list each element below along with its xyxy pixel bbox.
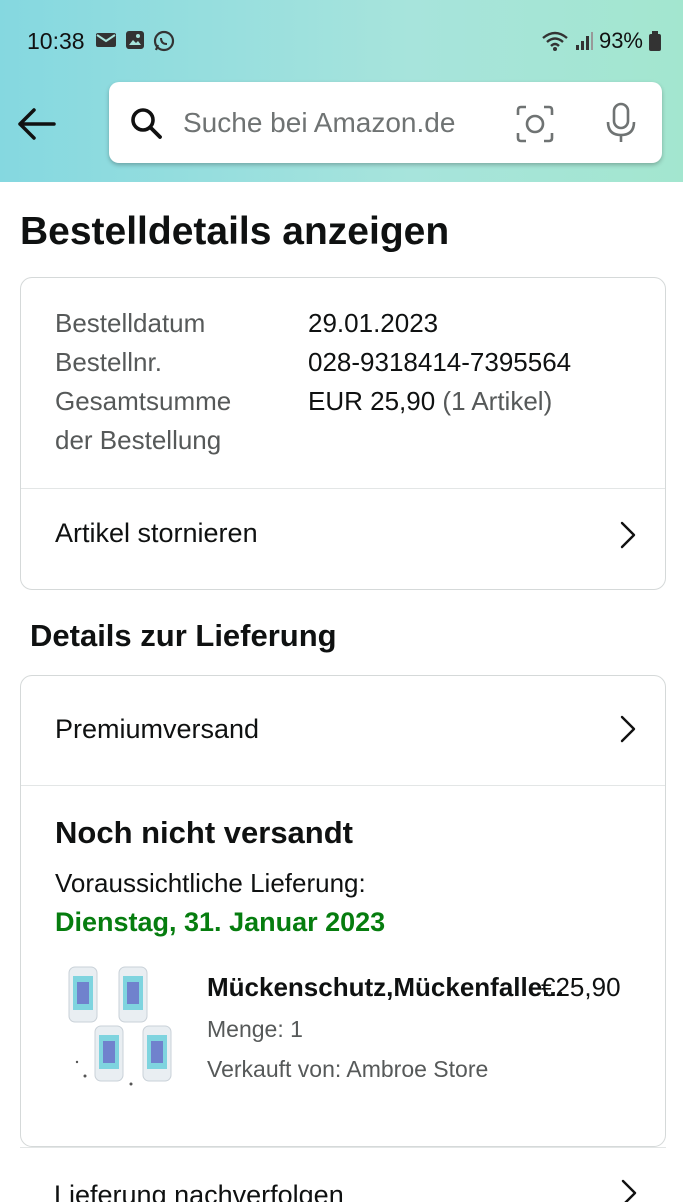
status-right: 93% bbox=[541, 28, 661, 54]
mail-icon bbox=[96, 33, 116, 47]
shipping-method-label: Premiumversand bbox=[55, 714, 260, 744]
order-total-items: (1 Artikel) bbox=[442, 386, 553, 416]
camera-icon[interactable] bbox=[515, 104, 555, 144]
eta-date: Dienstag, 31. Januar 2023 bbox=[55, 907, 386, 937]
product-seller: Verkauft von: Ambroe Store bbox=[207, 1056, 489, 1082]
shipping-method-link[interactable]: Premiumversand bbox=[21, 676, 665, 784]
chevron-right-icon bbox=[621, 1179, 637, 1202]
order-total-label-line1: Gesamtsumme bbox=[55, 386, 232, 416]
status-time: 10:38 bbox=[27, 28, 85, 54]
status-bar: 10:38 93% bbox=[0, 0, 683, 80]
search-icon bbox=[131, 108, 162, 139]
divider bbox=[21, 785, 665, 786]
product-price: €25,90 bbox=[541, 972, 621, 1002]
product-image[interactable] bbox=[61, 964, 181, 1089]
order-summary-card: Bestelldatum 29.01.2023 Bestellnr. 028-9… bbox=[20, 277, 666, 590]
signal-icon bbox=[575, 32, 593, 50]
header: 10:38 93% bbox=[0, 0, 683, 182]
trap-device bbox=[68, 966, 98, 1023]
shipment-status: Noch nicht versandt bbox=[55, 815, 353, 850]
gallery-icon bbox=[126, 31, 144, 49]
whatsapp-icon bbox=[153, 30, 175, 52]
divider bbox=[21, 488, 665, 489]
order-date-value: 29.01.2023 bbox=[308, 308, 439, 338]
back-arrow-icon[interactable] bbox=[14, 104, 58, 144]
order-total-value: EUR 25,90 (1 Artikel) bbox=[308, 386, 552, 417]
trap-device bbox=[118, 966, 148, 1023]
battery-text: 93% bbox=[598, 28, 643, 53]
cancel-items-label: Artikel stornieren bbox=[55, 518, 258, 548]
wifi-icon bbox=[542, 31, 568, 51]
mic-icon[interactable] bbox=[603, 102, 639, 144]
delivery-section-title: Details zur Lieferung bbox=[30, 618, 337, 653]
track-delivery-link[interactable]: Lieferung nachverfolgen bbox=[20, 1160, 666, 1202]
eta-label: Voraussichtliche Lieferung: bbox=[55, 868, 366, 898]
product-quantity: Menge: 1 bbox=[207, 1016, 303, 1042]
chevron-right-icon bbox=[620, 715, 636, 743]
page-title: Bestelldetails anzeigen bbox=[20, 210, 450, 253]
search-input[interactable] bbox=[183, 104, 503, 142]
notification-icons bbox=[95, 30, 175, 52]
search-bar[interactable] bbox=[109, 82, 662, 163]
order-number-value: 028-9318414-7395564 bbox=[308, 347, 572, 377]
track-delivery-label: Lieferung nachverfolgen bbox=[54, 1180, 344, 1202]
trap-device bbox=[94, 1025, 124, 1082]
trap-device bbox=[142, 1025, 172, 1082]
order-total-amount: EUR 25,90 bbox=[308, 386, 436, 416]
divider bbox=[20, 1147, 666, 1148]
order-total-label-line2: der Bestellung bbox=[55, 425, 222, 455]
cancel-items-link[interactable]: Artikel stornieren bbox=[21, 490, 665, 580]
order-date-label: Bestelldatum bbox=[55, 308, 206, 338]
battery-icon bbox=[649, 31, 661, 51]
delivery-card: Premiumversand Noch nicht versandt Vorau… bbox=[20, 675, 666, 1147]
chevron-right-icon bbox=[620, 521, 636, 549]
order-number-label: Bestellnr. bbox=[55, 347, 162, 377]
